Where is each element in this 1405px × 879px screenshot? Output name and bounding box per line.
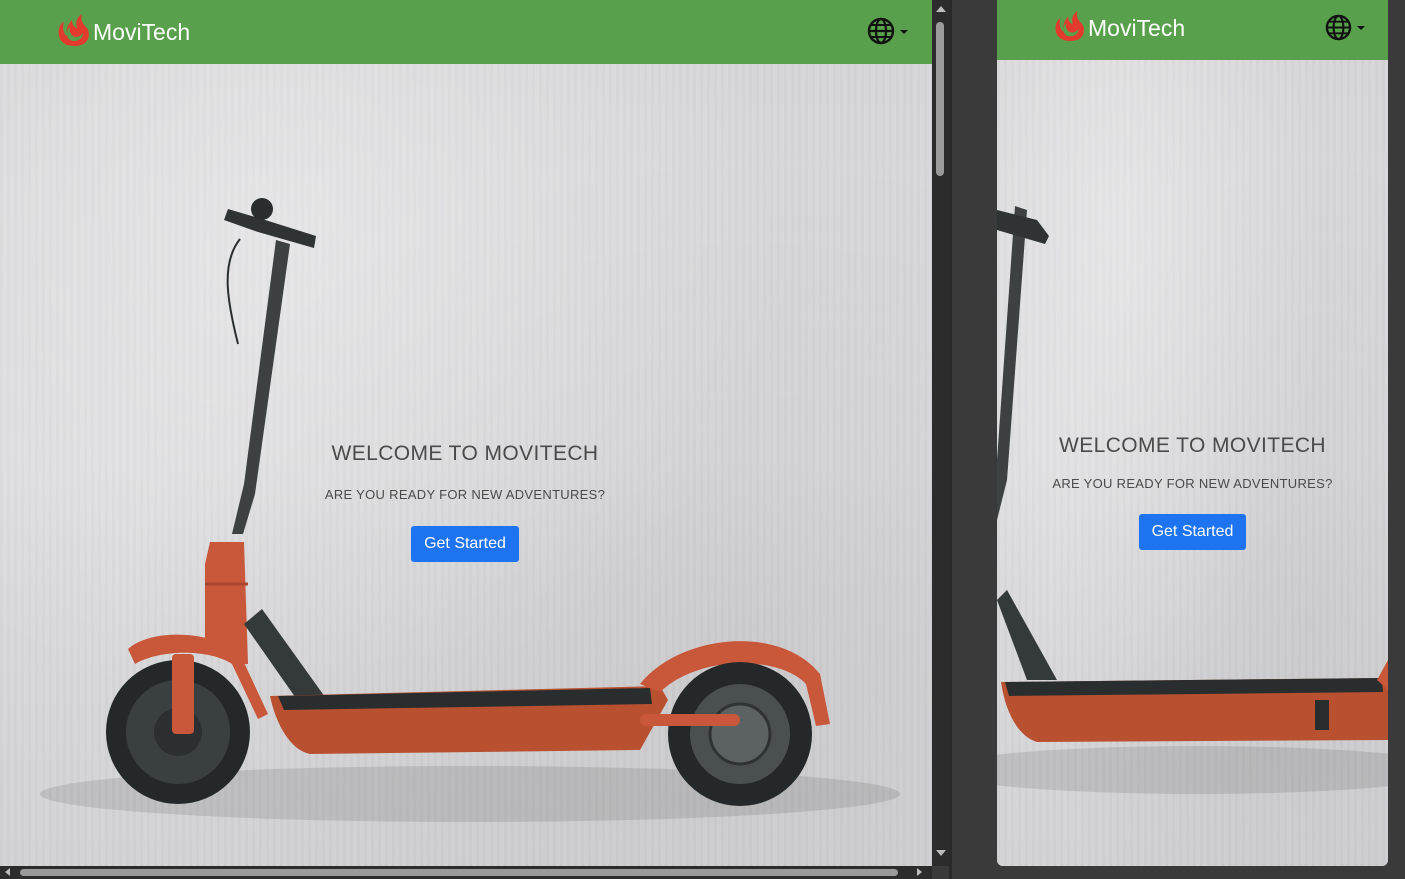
hero-content: WELCOME TO MOVITECH ARE YOU READY FOR NE… <box>0 442 930 562</box>
hero-section: WELCOME TO MOVITECH ARE YOU READY FOR NE… <box>0 64 932 866</box>
brand-name: MoviTech <box>1088 15 1186 41</box>
hero-title: WELCOME TO MOVITECH <box>331 442 599 465</box>
scroll-left-arrow-icon[interactable] <box>5 868 10 876</box>
flame-logo-icon <box>56 13 92 52</box>
vertical-scroll-thumb[interactable] <box>936 22 944 176</box>
navbar: MoviTech <box>0 0 932 64</box>
hero-section: WELCOME TO MOVITECH ARE YOU READY FOR NE… <box>997 60 1388 866</box>
globe-icon <box>867 17 895 50</box>
scroll-down-arrow-icon[interactable] <box>936 850 946 856</box>
mobile-view: MoviTech WELCOME TO MOVITECH ARE YOU REA… <box>997 0 1388 866</box>
brand-link[interactable]: MoviTech <box>1053 10 1185 47</box>
get-started-button[interactable]: Get Started <box>1138 514 1247 550</box>
brand-name: MoviTech <box>93 19 191 45</box>
vertical-scrollbar[interactable] <box>932 0 949 866</box>
scroll-up-arrow-icon[interactable] <box>936 6 946 12</box>
horizontal-scroll-thumb[interactable] <box>20 869 898 876</box>
hero-content: WELCOME TO MOVITECH ARE YOU READY FOR NE… <box>997 434 1388 550</box>
hero-title: WELCOME TO MOVITECH <box>1058 434 1326 457</box>
chevron-down-icon <box>1357 26 1365 30</box>
navbar: MoviTech <box>997 0 1388 60</box>
horizontal-scrollbar[interactable] <box>0 866 932 879</box>
globe-icon <box>1325 14 1352 46</box>
language-dropdown[interactable] <box>1325 14 1365 46</box>
chevron-down-icon <box>900 29 908 34</box>
pane-divider[interactable] <box>949 0 952 879</box>
desktop-view: MoviTech WELCOME TO MOVITECH ARE YOU REA… <box>0 0 932 866</box>
scroll-right-arrow-icon[interactable] <box>917 868 922 876</box>
hero-subtitle: ARE YOU READY FOR NEW ADVENTURES? <box>324 487 606 502</box>
flame-logo-icon <box>1053 10 1087 47</box>
get-started-button[interactable]: Get Started <box>411 526 519 562</box>
language-dropdown[interactable] <box>867 17 908 50</box>
hero-subtitle: ARE YOU READY FOR NEW ADVENTURES? <box>1052 476 1333 491</box>
brand-link[interactable]: MoviTech <box>56 13 190 52</box>
